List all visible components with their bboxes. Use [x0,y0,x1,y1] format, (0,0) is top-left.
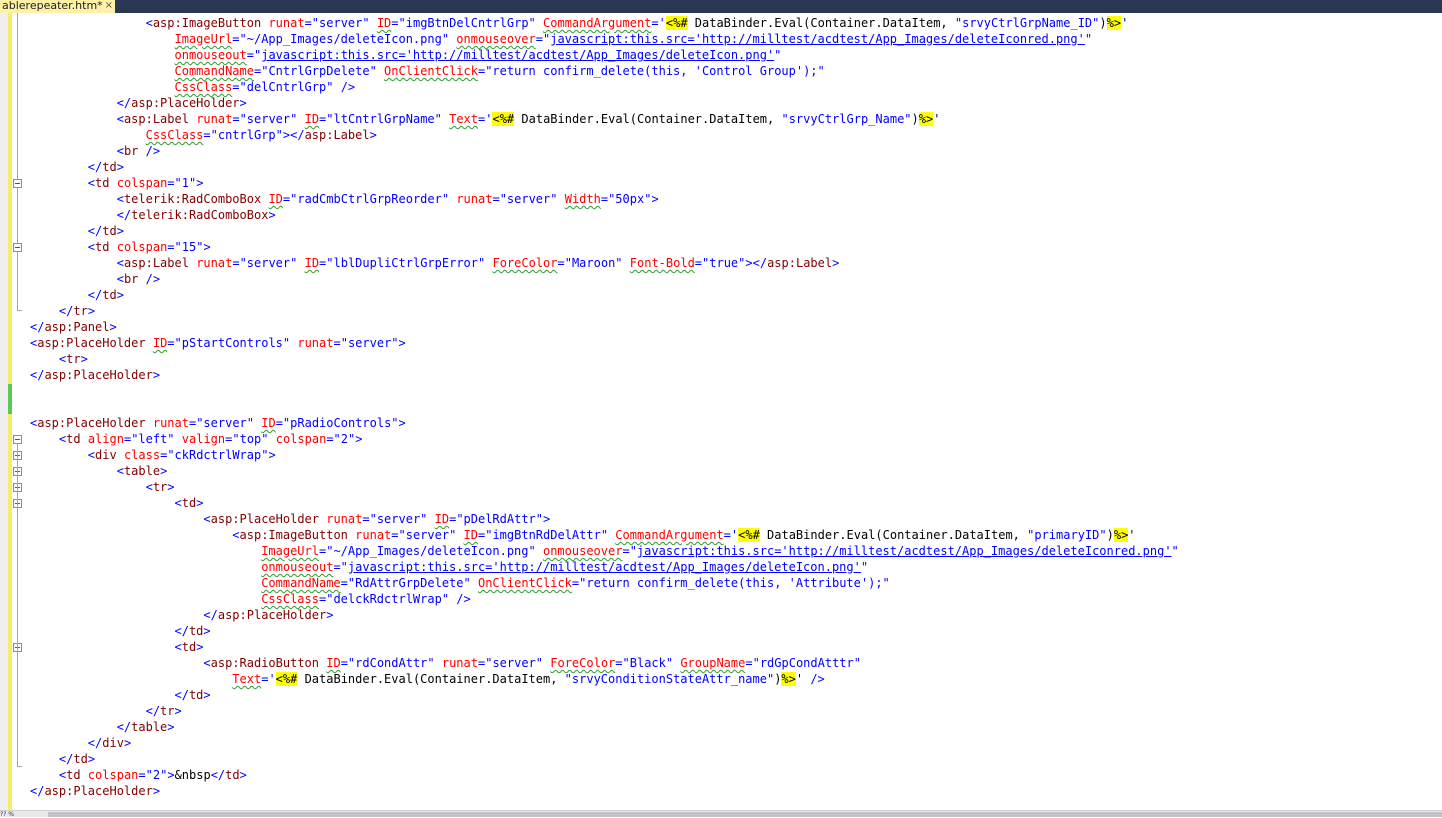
collapse-toggle-icon[interactable] [13,243,22,252]
code-line[interactable]: </table> [30,719,1442,735]
code-line[interactable]: </td> [30,287,1442,303]
code-line[interactable]: <asp:PlaceHolder ID="pStartControls" run… [30,335,1442,351]
code-line[interactable]: <div class="ckRdctrlWrap"> [30,447,1442,463]
code-line[interactable]: <asp:Label runat="server" ID="lblDupliCt… [30,255,1442,271]
code-line[interactable]: <asp:Label runat="server" ID="ltCntrlGrp… [30,111,1442,127]
code-line[interactable]: <td> [30,639,1442,655]
outline-guide [17,443,18,767]
code-line[interactable]: </tr> [30,703,1442,719]
code-line[interactable]: CommandName="CntrlGrpDelete" OnClientCli… [30,63,1442,79]
code-line[interactable]: <td colspan="2">&nbsp</td> [30,767,1442,783]
editor-gutter [0,13,8,810]
tab-title: ablerepeater.htm* [2,0,103,12]
code-line[interactable]: <td> [30,495,1442,511]
code-line[interactable]: <td colspan="15"> [30,239,1442,255]
code-line[interactable]: <table> [30,463,1442,479]
code-line[interactable]: <asp:RadioButton ID="rdCondAttr" runat="… [30,655,1442,671]
code-line[interactable]: <td colspan="1"> [30,175,1442,191]
code-line[interactable]: </telerik:RadComboBox> [30,207,1442,223]
outline-guide [17,13,18,311]
outline-end [17,310,22,311]
horizontal-scrollbar[interactable]: ?? % [0,810,1442,818]
collapse-toggle-icon[interactable] [13,179,22,188]
code-line[interactable]: onmouseout="javascript:this.src='http://… [30,559,1442,575]
code-line[interactable]: ImageUrl="~/App_Images/deleteIcon.png" o… [30,543,1442,559]
code-line[interactable]: <br /> [30,271,1442,287]
saved-change-marker [8,384,12,414]
outlining-margin [13,13,29,810]
code-line[interactable]: </td> [30,159,1442,175]
tab-document[interactable]: ablerepeater.htm* × [0,0,115,13]
code-line[interactable]: <asp:ImageButton runat="server" ID="imgB… [30,527,1442,543]
scrollbar-thumb[interactable] [48,812,1442,817]
code-line[interactable]: </asp:PlaceHolder> [30,607,1442,623]
code-line[interactable]: <asp:PlaceHolder runat="server" ID="pRad… [30,415,1442,431]
code-line[interactable]: </asp:PlaceHolder> [30,95,1442,111]
code-line[interactable]: ImageUrl="~/App_Images/deleteIcon.png" o… [30,31,1442,47]
code-line[interactable]: </div> [30,735,1442,751]
code-line[interactable]: </td> [30,687,1442,703]
code-line[interactable]: </td> [30,223,1442,239]
code-line[interactable]: <asp:ImageButton runat="server" ID="imgB… [30,15,1442,31]
code-line[interactable]: Text='<%# DataBinder.Eval(Container.Data… [30,671,1442,687]
code-line[interactable]: <telerik:RadComboBox ID="radCmbCtrlGrpRe… [30,191,1442,207]
outline-end [17,766,22,767]
code-line[interactable]: CssClass="cntrlGrp"></asp:Label> [30,127,1442,143]
code-line[interactable]: ​ [30,399,1442,415]
code-line[interactable]: ​ [30,383,1442,399]
code-line[interactable]: <tr> [30,351,1442,367]
code-line[interactable]: <asp:PlaceHolder runat="server" ID="pDel… [30,511,1442,527]
code-line[interactable]: </asp:PlaceHolder> [30,367,1442,383]
code-line[interactable]: </tr> [30,303,1442,319]
close-icon[interactable]: × [105,0,113,11]
code-line[interactable]: </asp:PlaceHolder> [30,783,1442,799]
code-line[interactable]: CssClass="delCntrlGrp" /> [30,79,1442,95]
code-line[interactable]: </asp:Panel> [30,319,1442,335]
code-line[interactable]: CssClass="delckRdctrlWrap" /> [30,591,1442,607]
code-line[interactable]: </td> [30,751,1442,767]
code-line[interactable]: CommandName="RdAttrGrpDelete" OnClientCl… [30,575,1442,591]
code-editor[interactable]: <asp:ImageButton runat="server" ID="imgB… [30,15,1442,810]
code-line[interactable]: <br /> [30,143,1442,159]
code-line[interactable]: </td> [30,623,1442,639]
code-line[interactable]: <tr> [30,479,1442,495]
code-line[interactable]: onmouseout="javascript:this.src='http://… [30,47,1442,63]
code-line[interactable]: <td align="left" valign="top" colspan="2… [30,431,1442,447]
document-tab-strip: ablerepeater.htm* × [0,0,1442,13]
